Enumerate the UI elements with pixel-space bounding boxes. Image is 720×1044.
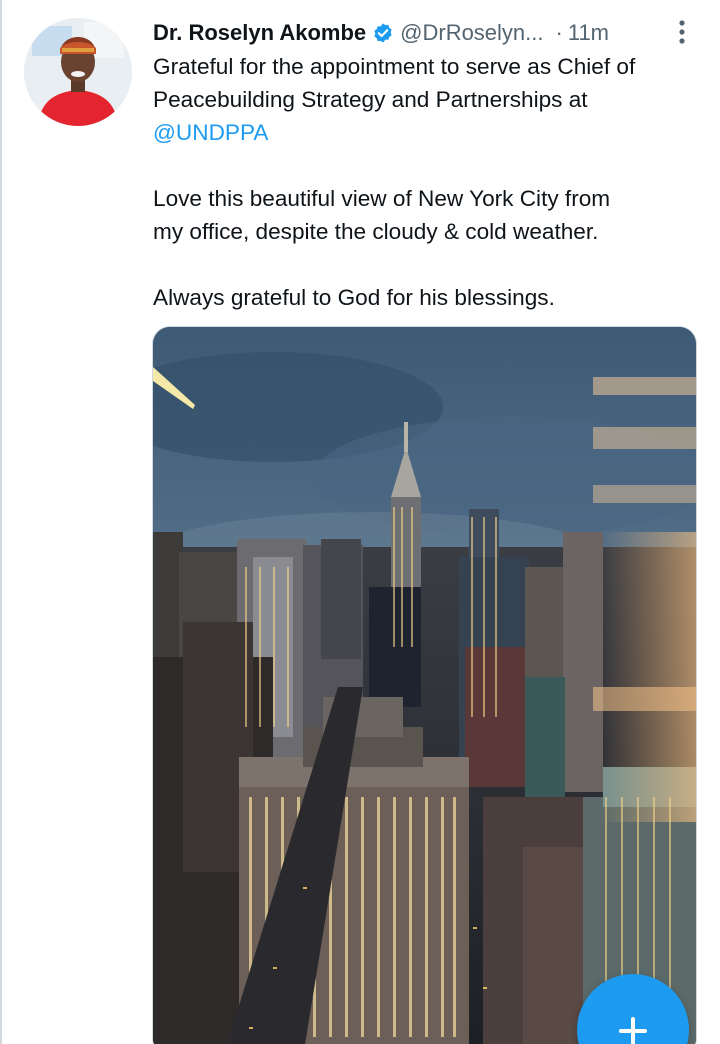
tweet-text-line: Always grateful to God for his blessings…: [153, 285, 555, 310]
avatar-image: [24, 18, 132, 126]
more-vertical-icon[interactable]: [675, 18, 689, 46]
author-name[interactable]: Dr. Roselyn Akombe: [153, 20, 366, 46]
city-skyline-photo: [153, 327, 696, 1044]
mention-link[interactable]: @UNDPPA: [153, 120, 268, 145]
tweet-header: Dr. Roselyn Akombe @DrRoselyn... · 11m: [153, 16, 693, 50]
author-handle[interactable]: @DrRoselyn...: [400, 20, 543, 46]
timestamp[interactable]: 11m: [568, 20, 609, 46]
avatar[interactable]: [24, 18, 132, 126]
tweet-text-line: Grateful for the appointment to serve as…: [153, 54, 636, 79]
separator-dot: ·: [555, 20, 563, 45]
tweet-photo[interactable]: [152, 326, 697, 1044]
tweet-text-line: my office, despite the cloudy & cold wea…: [153, 219, 599, 244]
tweet-text-line: Peacebuilding Strategy and Partnerships …: [153, 87, 588, 112]
verified-badge-icon: [374, 23, 392, 43]
tweet-text-line: Love this beautiful view of New York Cit…: [153, 186, 611, 211]
left-divider: [0, 0, 2, 1044]
tweet-text: Grateful for the appointment to serve as…: [153, 50, 693, 314]
